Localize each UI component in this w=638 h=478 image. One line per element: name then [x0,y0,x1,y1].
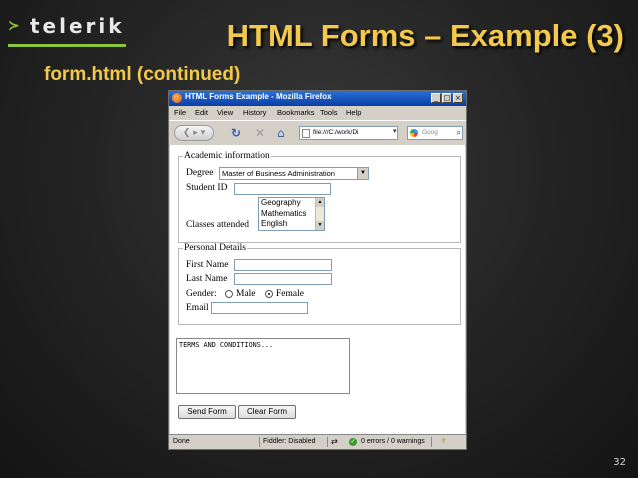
status-bar: Done Fiddler: Disabled ⇄ ✓ 0 errors / 0 … [169,434,466,449]
email-label: Email [186,303,209,313]
last-name-label: Last Name [186,274,228,284]
student-id-label: Student ID [186,183,228,193]
first-name-label: First Name [186,260,229,270]
fiddler-status[interactable]: Fiddler: Disabled [263,435,316,448]
degree-select[interactable]: Master of Business Administration ▼ [219,167,369,180]
personal-legend: Personal Details [184,243,247,253]
clear-form-button[interactable]: Clear Form [238,405,296,419]
gender-female-label: Female [276,289,304,299]
academic-legend: Academic information [184,151,270,161]
classes-listbox[interactable]: Geography Mathematics English ▲ ▼ [258,197,325,231]
search-box[interactable]: Goog ⌕ [407,126,463,140]
home-icon[interactable]: ⌂ [277,126,285,140]
window-titlebar[interactable]: HTML Forms Example - Mozilla Firefox _ □… [169,91,466,106]
address-dropdown-icon[interactable]: ▾ [393,127,397,135]
scroll-down-icon[interactable]: ▼ [316,221,324,230]
script-icon[interactable]: ⇄ [331,435,338,448]
error-count[interactable]: 0 errors / 0 warnings [361,435,425,448]
window-title: HTML Forms Example - Mozilla Firefox [185,92,332,101]
send-form-button[interactable]: Send Form [178,405,236,419]
slide-number: 32 [613,457,626,468]
menu-edit[interactable]: Edit [195,108,208,117]
google-icon [410,129,418,137]
menu-history[interactable]: History [243,108,266,117]
address-bar[interactable]: file:///C:/work/Di [299,126,398,140]
close-button[interactable]: × [453,93,463,103]
back-forward-icon[interactable]: ❮ ▸ ▾ [174,125,214,141]
degree-label: Degree [186,168,214,178]
scroll-up-icon[interactable]: ▲ [316,198,324,207]
menu-help[interactable]: Help [346,108,361,117]
classes-label: Classes attended [186,220,250,230]
slide-subtitle: form.html (continued) [44,64,241,85]
maximize-button[interactable]: □ [442,93,452,103]
browser-window: HTML Forms Example - Mozilla Firefox _ □… [168,90,467,450]
search-icon[interactable]: ⌕ [457,127,461,139]
menu-view[interactable]: View [217,108,233,117]
status-divider [327,437,328,447]
address-url: file:///C:/work/Di [313,129,359,136]
addon-icon[interactable]: ☥ [441,435,446,448]
status-divider [431,437,432,447]
menu-file[interactable]: File [174,108,186,117]
firefox-icon [172,93,182,103]
telerik-logo: ≻ telerik [8,14,128,50]
logo-mark-icon: ≻ [8,18,20,34]
gender-male-radio[interactable] [225,290,233,298]
menu-tools[interactable]: Tools [320,108,338,117]
page-content: Academic information Degree Master of Bu… [170,145,465,435]
menu-bar: File Edit View History Bookmarks Tools H… [169,106,466,119]
status-text: Done [173,438,190,445]
first-name-input[interactable] [234,259,332,271]
minimize-button[interactable]: _ [431,93,441,103]
page-icon [302,129,310,138]
gender-female-radio[interactable] [265,290,273,298]
degree-value: Master of Business Administration [222,169,335,178]
listbox-scrollbar[interactable]: ▲ ▼ [315,198,324,230]
chevron-down-icon[interactable]: ▼ [357,168,368,179]
stop-icon[interactable]: ✕ [255,126,265,140]
reload-icon[interactable]: ↻ [231,126,241,140]
student-id-input[interactable] [234,183,331,195]
gender-male-label: Male [236,289,256,299]
email-input[interactable] [211,302,308,314]
logo-text: telerik [30,14,125,38]
gender-label: Gender: [186,289,217,299]
logo-underline [8,44,126,47]
terms-textarea[interactable]: TERMS AND CONDITIONS... [176,338,350,394]
check-icon[interactable]: ✓ [349,438,357,446]
slide-title: HTML Forms – Example (3) [226,18,624,53]
status-divider [259,437,260,447]
search-placeholder: Goog [422,129,438,136]
last-name-input[interactable] [234,273,332,285]
navigation-toolbar: ❮ ▸ ▾ ↻ ✕ ⌂ file:///C:/work/Di ▾ Goog ⌕ [169,120,466,146]
menu-bookmarks[interactable]: Bookmarks [277,108,315,117]
